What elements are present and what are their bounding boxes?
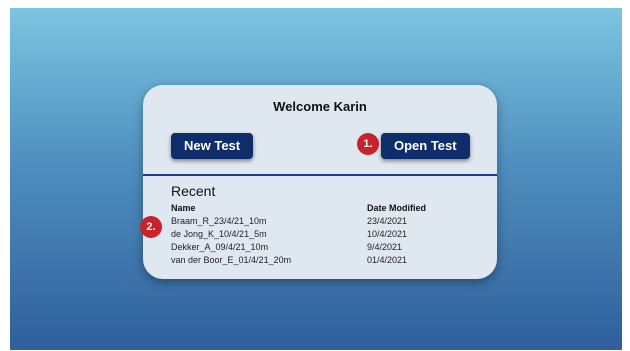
recent-file-row[interactable]: van der Boor_E_01/4/21_20m 01/4/2021: [143, 255, 497, 267]
divider: [143, 174, 497, 176]
file-name: van der Boor_E_01/4/21_20m: [171, 255, 292, 265]
welcome-card: Welcome Karin New Test 1. Open Test Rece…: [140, 85, 497, 279]
app-screen: Welcome Karin New Test 1. Open Test Rece…: [10, 8, 622, 350]
recent-file-row[interactable]: Dekker_A_09/4/21_10m 9/4/2021: [143, 242, 497, 254]
open-test-button[interactable]: Open Test: [381, 133, 470, 159]
file-date: 23/4/2021: [367, 216, 408, 226]
file-date: 9/4/2021: [367, 242, 403, 252]
file-name: Dekker_A_09/4/21_10m: [171, 242, 269, 252]
annotation-badge-1: 1.: [357, 133, 379, 155]
file-name: Braam_R_23/4/21_10m: [171, 216, 267, 226]
file-name: de Jong_K_10/4/21_5m: [171, 229, 267, 239]
file-date: 01/4/2021: [367, 255, 408, 265]
recent-file-row[interactable]: Braam_R_23/4/21_10m 23/4/2021: [143, 216, 497, 228]
recent-file-row[interactable]: de Jong_K_10/4/21_5m 10/4/2021: [143, 229, 497, 241]
welcome-title: Welcome Karin: [273, 99, 367, 114]
file-date: 10/4/2021: [367, 229, 408, 239]
new-test-button[interactable]: New Test: [171, 133, 254, 159]
column-header-name: Name: [171, 203, 196, 213]
recent-heading: Recent: [171, 183, 216, 199]
column-header-date: Date Modified: [367, 203, 427, 213]
